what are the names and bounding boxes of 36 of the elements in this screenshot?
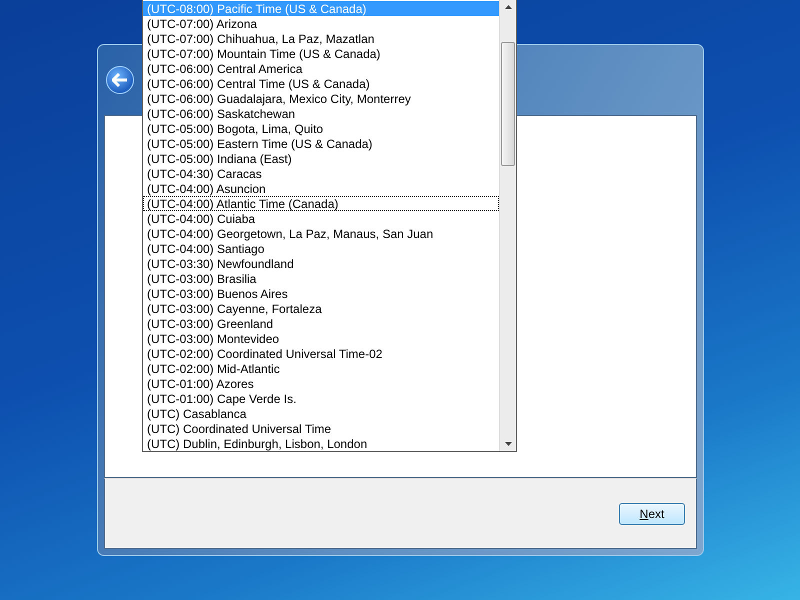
timezone-option[interactable]: (UTC-02:00) Coordinated Universal Time-02 bbox=[143, 346, 499, 361]
timezone-option[interactable]: (UTC-07:00) Mountain Time (US & Canada) bbox=[143, 46, 499, 61]
timezone-option[interactable]: (UTC-04:00) Asuncion bbox=[143, 181, 499, 196]
scrollbar-thumb[interactable] bbox=[501, 42, 515, 166]
back-button[interactable] bbox=[106, 66, 134, 94]
timezone-option[interactable]: (UTC-02:00) Mid-Atlantic bbox=[143, 361, 499, 376]
timezone-option[interactable]: (UTC-05:00) Bogota, Lima, Quito bbox=[143, 121, 499, 136]
timezone-option[interactable]: (UTC-05:00) Indiana (East) bbox=[143, 151, 499, 166]
timezone-option[interactable]: (UTC) Casablanca bbox=[143, 406, 499, 421]
timezone-option[interactable]: (UTC-03:00) Greenland bbox=[143, 316, 499, 331]
timezone-option[interactable]: (UTC-04:00) Santiago bbox=[143, 241, 499, 256]
timezone-option[interactable]: (UTC-06:00) Guadalajara, Mexico City, Monterrey bbox=[143, 91, 499, 106]
timezone-option[interactable]: (UTC-04:00) Atlantic Time (Canada) bbox=[143, 196, 499, 211]
timezone-option[interactable]: (UTC-04:00) Cuiaba bbox=[143, 211, 499, 226]
next-button[interactable]: Next bbox=[619, 502, 685, 524]
timezone-option[interactable]: (UTC-03:00) Montevideo bbox=[143, 331, 499, 346]
timezone-option[interactable]: (UTC-05:00) Eastern Time (US & Canada) bbox=[143, 136, 499, 151]
scrollbar[interactable] bbox=[499, 0, 516, 451]
scroll-down-icon[interactable] bbox=[504, 442, 512, 446]
timezone-option[interactable]: (UTC-04:30) Caracas bbox=[143, 166, 499, 181]
timezone-option[interactable]: (UTC) Dublin, Edinburgh, Lisbon, London bbox=[143, 436, 499, 451]
timezone-option[interactable]: (UTC-07:00) Arizona bbox=[143, 16, 499, 31]
timezone-option[interactable]: (UTC-03:00) Buenos Aires bbox=[143, 286, 499, 301]
timezone-option[interactable]: (UTC-06:00) Central America bbox=[143, 61, 499, 76]
timezone-option[interactable]: (UTC-06:00) Central Time (US & Canada) bbox=[143, 76, 499, 91]
timezone-option[interactable]: (UTC-06:00) Saskatchewan bbox=[143, 106, 499, 121]
scroll-up-icon[interactable] bbox=[504, 5, 512, 9]
timezone-option[interactable]: (UTC-03:00) Cayenne, Fortaleza bbox=[143, 301, 499, 316]
timezone-option[interactable]: (UTC-03:00) Brasilia bbox=[143, 271, 499, 286]
timezone-option[interactable]: (UTC-04:00) Georgetown, La Paz, Manaus, San Juan bbox=[143, 226, 499, 241]
timezone-option[interactable]: (UTC-03:30) Newfoundland bbox=[143, 256, 499, 271]
timezone-option[interactable]: (UTC-07:00) Chihuahua, La Paz, Mazatlan bbox=[143, 31, 499, 46]
timezone-option[interactable]: (UTC-01:00) Cape Verde Is. bbox=[143, 391, 499, 406]
timezone-option[interactable]: (UTC) Coordinated Universal Time bbox=[143, 421, 499, 436]
arrow-left-icon bbox=[112, 73, 128, 87]
timezone-option[interactable]: (UTC-01:00) Azores bbox=[143, 376, 499, 391]
